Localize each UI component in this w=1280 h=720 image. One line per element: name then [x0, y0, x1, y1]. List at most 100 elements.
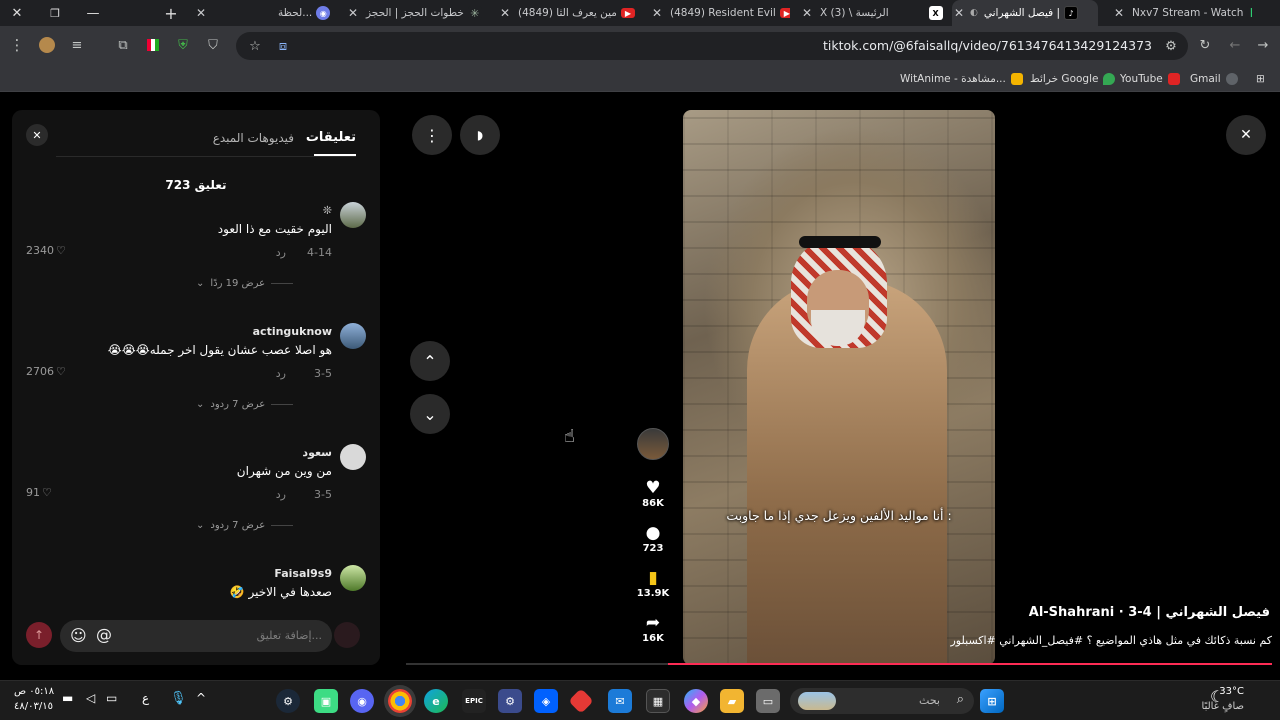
tab-close-icon[interactable]: ✕	[346, 6, 360, 20]
task-view-icon[interactable]: ▭	[756, 689, 780, 713]
profile-avatar-icon[interactable]	[36, 34, 58, 56]
tab-resident-evil[interactable]: ✕ (4849) Resident Evil ▶	[650, 0, 790, 26]
language-indicator[interactable]: ع	[142, 691, 149, 705]
bookmark-witanime[interactable]: WitAnime - مشاهدة...	[900, 71, 1023, 87]
chrome-icon[interactable]	[388, 689, 412, 713]
avatar[interactable]	[340, 323, 366, 349]
discord-icon[interactable]: ◉	[350, 689, 374, 713]
extension-flag-icon[interactable]	[142, 34, 164, 56]
comment-input[interactable]: ☺ @ إضافة تعليق...	[60, 620, 332, 652]
bookmark-google-maps[interactable]: خرائط Google	[1030, 71, 1116, 87]
clock-time[interactable]: ٠٥:١٨ ص	[14, 686, 54, 697]
start-windows-icon[interactable]: ⊞	[980, 689, 1004, 713]
view-replies-button[interactable]: ⌄ عرض 19 ردًا	[196, 278, 336, 289]
new-tab-button[interactable]: +	[156, 0, 186, 26]
extensions-icon[interactable]: ⧉	[112, 34, 134, 56]
more-options-icon[interactable]: ⋮	[412, 115, 452, 155]
creator-avatar[interactable]	[637, 428, 669, 460]
clock-date[interactable]: ٤٨/٠٣/١٥	[14, 701, 53, 712]
site-settings-icon[interactable]: ⚙	[1160, 35, 1182, 57]
android-app-icon[interactable]: ▣	[314, 689, 338, 713]
comment-username[interactable]: سعود	[302, 446, 332, 459]
file-explorer-icon[interactable]: ▰	[720, 689, 744, 713]
emoji-icon[interactable]: ☺	[70, 626, 87, 645]
tab-tiktok-active[interactable]: ✕ ◐ فيصل الشهراني | ♪	[952, 0, 1098, 26]
bookmark-star-icon[interactable]: ☆	[244, 35, 266, 57]
tab-close-icon[interactable]: ✕	[1112, 6, 1126, 20]
taskbar-search[interactable]: بحث ⌕	[790, 688, 974, 714]
tab-close-icon[interactable]: ✕	[800, 6, 814, 20]
previous-video-button[interactable]: ⌃	[410, 341, 450, 381]
tab-loading[interactable]: ✕ لحظة... ◉	[194, 0, 336, 26]
like-button[interactable]: ♥ 86K	[636, 478, 670, 509]
comment-username[interactable]: actinguknow	[253, 325, 332, 338]
tab-youtube-video[interactable]: ✕ (4849) مين يعرف الثا ▶	[498, 0, 640, 26]
bookmark-gmail[interactable]: Gmail	[1190, 71, 1238, 87]
edge-icon[interactable]: e	[424, 689, 448, 713]
menu-kebab-icon[interactable]: ⋮	[6, 34, 28, 56]
reply-button[interactable]: رد	[276, 246, 286, 259]
video-subtitle: أنا مواليد الألفين ويزعل جدي إذا ما جاوب…	[726, 508, 952, 523]
tab-close-icon[interactable]: ✕	[194, 6, 208, 20]
reply-button[interactable]: رد	[276, 488, 286, 501]
install-app-icon[interactable]: ⧈	[272, 35, 294, 57]
forward-icon[interactable]: ←	[1224, 34, 1246, 56]
volume-icon[interactable]: ◁	[86, 691, 95, 705]
copilot-icon[interactable]: ◆	[684, 689, 708, 713]
chevron-up-icon[interactable]: ^	[196, 691, 206, 705]
comment-username[interactable]: Faisal9s9	[274, 567, 332, 580]
like-count-value: 91	[26, 486, 40, 499]
epic-games-icon[interactable]: EPIC	[462, 689, 486, 713]
avatar[interactable]	[340, 202, 366, 228]
send-arrow-icon[interactable]: ↑	[26, 622, 52, 648]
volume-icon[interactable]: ◗	[460, 115, 500, 155]
view-replies-button[interactable]: ⌄ عرض 7 ردود	[196, 399, 336, 410]
tab-close-icon[interactable]: ✕	[952, 6, 966, 20]
video-player[interactable]: أنا مواليد الألفين ويزعل جدي إذا ما جاوب…	[683, 110, 995, 665]
back-icon[interactable]: →	[1252, 34, 1274, 56]
minimize-button[interactable]: —	[78, 0, 108, 26]
mention-icon[interactable]: @	[96, 625, 112, 644]
microphone-icon[interactable]: 🎙	[170, 691, 187, 706]
tab-close-icon[interactable]: ✕	[498, 6, 512, 20]
tab-x-home[interactable]: ✕ الرئيسة \ (3) X X	[800, 0, 944, 26]
like-count[interactable]: 2706 ♡	[26, 365, 66, 378]
restore-button[interactable]: ❐	[40, 0, 70, 26]
avatar[interactable]	[340, 565, 366, 591]
share-button[interactable]: ➦ 16K	[636, 613, 670, 644]
view-replies-label: عرض 7 ردود	[210, 399, 266, 410]
address-bar[interactable]: ☆ ⧈ tiktok.com/@6faisallq/video/76134764…	[236, 32, 1188, 60]
comment-username[interactable]: ❊	[323, 204, 332, 217]
tab-comments[interactable]: تعليقات	[306, 130, 356, 145]
reply-button[interactable]: رد	[276, 367, 286, 380]
battery-icon[interactable]: ▬	[62, 691, 73, 705]
privacy-shield-icon[interactable]: ⛉	[202, 34, 224, 56]
tab-close-icon[interactable]: ✕	[650, 6, 664, 20]
close-panel-icon[interactable]: ✕	[26, 124, 48, 146]
apps-grid-icon[interactable]: ⊞	[1256, 71, 1265, 87]
like-count[interactable]: 2340 ♡	[26, 244, 66, 257]
bookmark-youtube[interactable]: YouTube	[1120, 71, 1180, 87]
tab-nxv7-stream[interactable]: ✕ Nxv7 Stream - Watch K	[1112, 0, 1252, 26]
next-video-button[interactable]: ⌄	[410, 394, 450, 434]
app-icon[interactable]: ⚙	[498, 689, 522, 713]
media-control-icon[interactable]: ≡	[66, 34, 88, 56]
comment-button[interactable]: ● 723	[636, 523, 670, 554]
tab-booking-steps[interactable]: ✕ خطوات الحجز | الحجز ✳	[346, 0, 488, 26]
view-replies-button[interactable]: ⌄ عرض 7 ردود	[196, 520, 336, 531]
close-window-button[interactable]: ✕	[2, 0, 32, 26]
mail-icon[interactable]: ✉	[608, 689, 632, 713]
tab-creator-videos[interactable]: فيديوهات المبدع	[213, 131, 294, 145]
adblock-shield-icon[interactable]: ⛨	[172, 34, 194, 56]
like-count[interactable]: 91 ♡	[26, 486, 52, 499]
video-author[interactable]: فيصل الشهراني | Al-Shahrani · 3-4	[1029, 605, 1270, 620]
game-app-icon[interactable]	[568, 688, 594, 714]
display-icon[interactable]: ▭	[106, 691, 117, 705]
save-button[interactable]: ▮ 13.9K	[636, 568, 670, 599]
steam-icon[interactable]: ⚙	[276, 689, 300, 713]
microsoft-store-icon[interactable]: ▦	[646, 689, 670, 713]
reload-icon[interactable]: ↻	[1194, 34, 1216, 56]
close-video-button[interactable]: ✕	[1226, 115, 1266, 155]
dropbox-icon[interactable]: ◈	[534, 689, 558, 713]
avatar[interactable]	[340, 444, 366, 470]
